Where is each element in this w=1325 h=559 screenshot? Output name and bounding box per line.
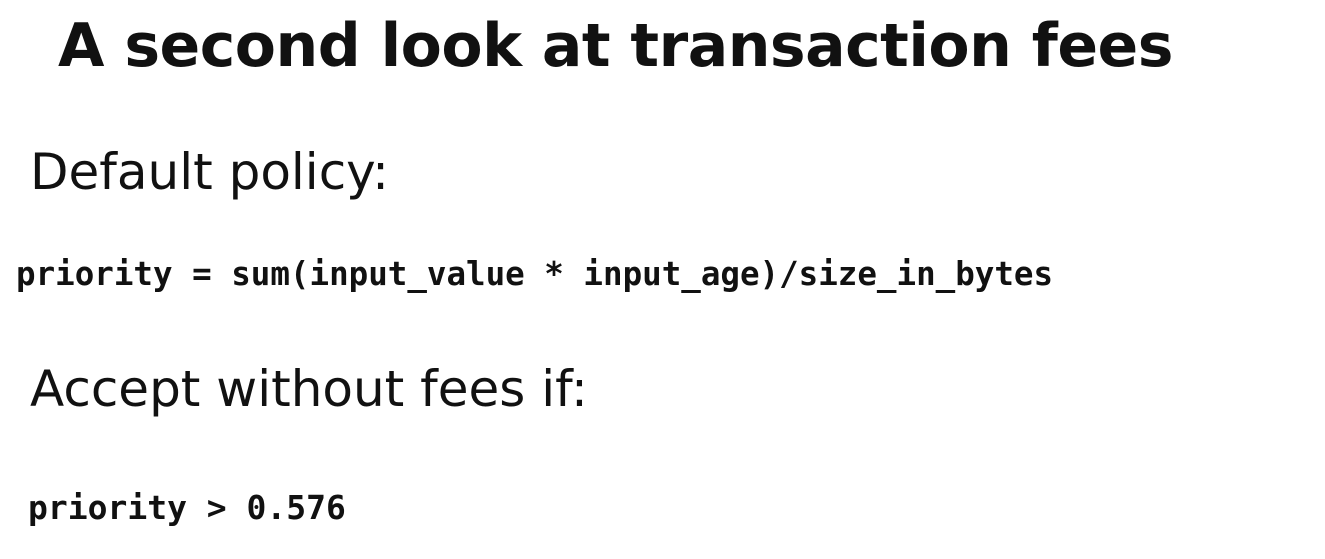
priority-threshold: priority > 0.576	[28, 488, 346, 527]
slide: A second look at transaction fees Defaul…	[0, 0, 1325, 559]
default-policy-heading: Default policy:	[30, 143, 389, 201]
slide-title: A second look at transaction fees	[58, 11, 1173, 81]
accept-without-fees-heading: Accept without fees if:	[30, 360, 588, 418]
priority-formula: priority = sum(input_value * input_age)/…	[16, 255, 1054, 293]
